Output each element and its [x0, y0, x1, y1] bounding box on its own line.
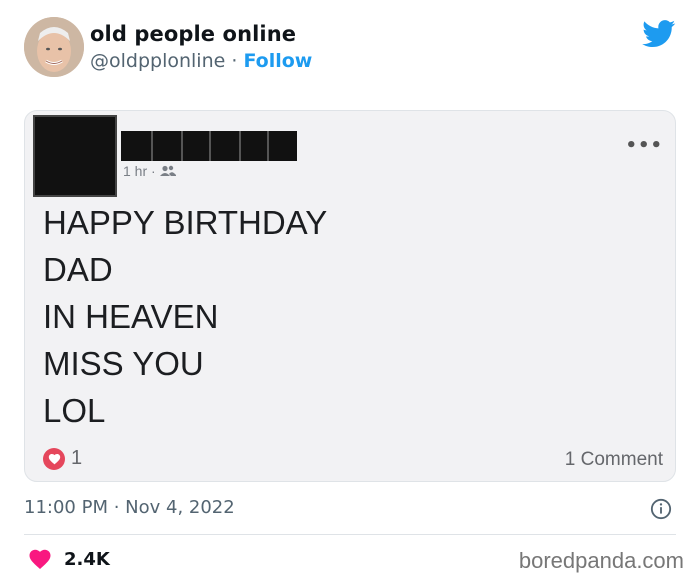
avatar-photo — [24, 17, 84, 77]
redacted-avatar — [33, 115, 117, 197]
post-line: HAPPY BIRTHDAY — [43, 204, 328, 241]
post-text: HAPPY BIRTHDAY DAD IN HEAVEN MISS YOU LO… — [43, 199, 327, 434]
twitter-bird-icon[interactable] — [642, 20, 676, 48]
handle-separator: · — [225, 50, 244, 72]
info-icon[interactable] — [650, 498, 672, 520]
meta-separator: · — [147, 163, 160, 179]
tweet-timestamp[interactable]: 11:00 PM · Nov 4, 2022 — [24, 497, 235, 518]
post-meta: 1 hr · — [123, 163, 176, 179]
watermark: boredpanda.com — [518, 548, 684, 573]
more-options-icon[interactable]: ••• — [625, 135, 663, 156]
author-handle[interactable]: @oldpplonline — [90, 50, 225, 72]
divider — [24, 534, 676, 535]
post-line: MISS YOU — [43, 345, 204, 382]
post-line: LOL — [43, 392, 106, 429]
like-count: 2.4K — [64, 548, 110, 570]
post-line: DAD — [43, 251, 113, 288]
comment-count[interactable]: 1 Comment — [565, 449, 663, 471]
author-name[interactable]: old people online — [90, 22, 296, 46]
author-avatar[interactable] — [24, 17, 84, 77]
redacted-name — [121, 131, 297, 161]
heart-icon — [29, 549, 51, 569]
author-handle-line: @oldpplonline · Follow — [90, 50, 312, 72]
like-button[interactable]: 2.4K — [28, 548, 110, 570]
friends-audience-icon — [159, 165, 176, 176]
embedded-post-card: 1 hr · ••• HAPPY BIRTHDAY DAD IN HEAVEN … — [24, 110, 676, 482]
reaction-summary[interactable]: 1 — [43, 447, 82, 470]
post-time: 1 hr — [123, 163, 148, 179]
post-line: IN HEAVEN — [43, 298, 219, 335]
follow-button[interactable]: Follow — [243, 50, 312, 72]
love-reaction-icon — [43, 447, 65, 470]
reaction-count: 1 — [71, 447, 83, 469]
